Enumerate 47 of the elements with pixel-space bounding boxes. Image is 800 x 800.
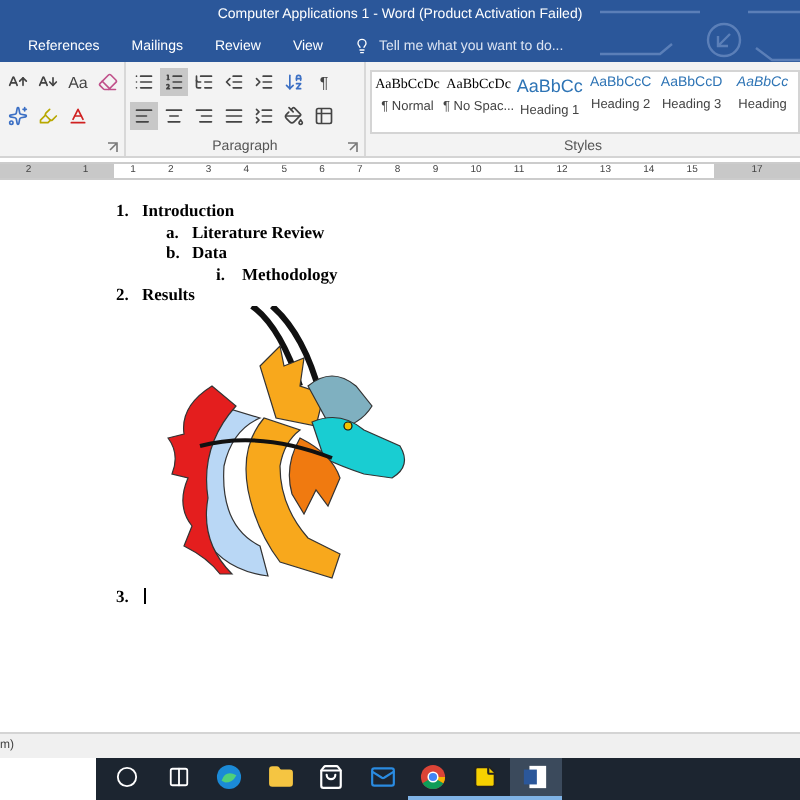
eraser-icon [98, 72, 118, 93]
paragraph-button[interactable] [280, 102, 308, 131]
list-number: 1. [116, 200, 131, 221]
align-center-icon [164, 106, 184, 127]
justify-icon [224, 106, 244, 127]
change-case-button[interactable]: Aa [64, 68, 92, 97]
shopping-bag-icon [318, 764, 345, 790]
dialog-launcher-icon[interactable] [108, 141, 118, 151]
task-view-icon [167, 766, 190, 788]
multilevel-list-icon [194, 72, 214, 93]
sticky-note-icon [471, 764, 498, 790]
line-spacing-icon [254, 106, 274, 127]
highlighter-icon [38, 106, 58, 127]
browser-wave-icon [216, 764, 243, 790]
document-w-icon [522, 764, 549, 790]
outline-heading: Methodology [242, 263, 338, 284]
list-number: 3. [116, 585, 131, 606]
borders-icon [314, 106, 334, 127]
font-color-icon [68, 106, 88, 127]
align-right-icon [194, 106, 214, 127]
list-number: i. [216, 263, 227, 284]
show-marks-button[interactable]: ¶ [310, 68, 338, 97]
sort-icon [284, 72, 304, 93]
dialog-launcher-icon[interactable] [348, 141, 358, 151]
align-left-icon [134, 106, 154, 127]
lightbulb-icon [354, 38, 371, 54]
bullet-list-icon [134, 72, 154, 93]
outline-heading: Introduction [142, 200, 235, 221]
text-effects-icon [8, 106, 28, 127]
increase-indent-icon [254, 72, 274, 93]
outline-heading: Results [142, 284, 195, 305]
outline-heading: Literature Review [192, 221, 325, 242]
font-button[interactable] [4, 102, 32, 131]
numbered-list-icon [164, 72, 184, 93]
search-circle-icon [116, 766, 139, 788]
taskbar-app-button[interactable] [510, 758, 561, 800]
outline-heading: Data [192, 242, 227, 263]
list-number: 2. [116, 284, 131, 305]
list-number: a. [166, 221, 181, 242]
browser-circle-icon [420, 764, 447, 790]
paragraph-button[interactable] [160, 68, 188, 97]
paragraph-button[interactable] [130, 102, 158, 131]
mail-icon [369, 764, 396, 790]
decrease-indent-icon [224, 72, 244, 93]
paint-bucket-icon [284, 106, 304, 127]
list-number: b. [166, 242, 182, 263]
folder-icon [267, 764, 294, 790]
